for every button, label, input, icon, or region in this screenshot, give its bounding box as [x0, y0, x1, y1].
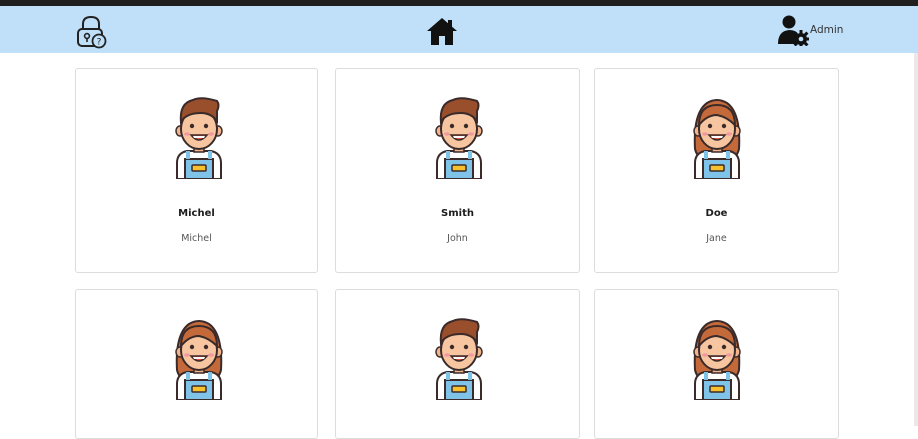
user-card[interactable]: Doe Jane [594, 68, 839, 273]
admin-label: Admin [810, 24, 844, 36]
female-avatar-icon [171, 314, 227, 400]
male-avatar-icon [431, 93, 487, 179]
user-last-name: Doe [705, 208, 728, 219]
female-avatar-icon [689, 93, 745, 179]
female-avatar-icon [689, 314, 745, 400]
user-card[interactable]: Michel Michel [75, 68, 318, 273]
user-card[interactable] [75, 289, 318, 439]
user-gear-icon [777, 14, 810, 48]
user-card[interactable] [335, 289, 580, 439]
user-first-name: Michel [181, 233, 212, 244]
home-icon[interactable] [426, 17, 458, 46]
svg-text:?: ? [97, 38, 102, 48]
male-avatar-icon [171, 93, 227, 179]
user-first-name: John [447, 233, 468, 244]
male-avatar-icon [431, 314, 487, 400]
navbar: ? Admin [0, 6, 918, 53]
user-card[interactable]: Smith John [335, 68, 580, 273]
admin-menu[interactable]: Admin [777, 14, 843, 48]
user-first-name: Jane [706, 233, 727, 244]
page-scrollbar[interactable] [914, 53, 918, 426]
user-last-name: Smith [441, 208, 474, 219]
user-card[interactable] [594, 289, 839, 439]
user-last-name: Michel [178, 208, 215, 219]
lock-question-icon[interactable]: ? [75, 15, 107, 49]
